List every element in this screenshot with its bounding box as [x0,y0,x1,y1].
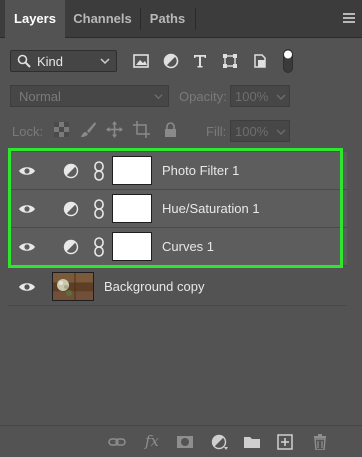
adjustment-layer-icon [63,201,79,217]
type-filter-icon[interactable] [191,52,209,70]
panel-menu-icon[interactable] [343,13,355,23]
search-icon [17,54,31,68]
filter-kind-select[interactable]: Kind [10,50,117,72]
layers-list: Photo Filter 1 Hue/Saturation 1 Curves 1… [4,145,358,425]
layers-bottom-toolbar: fx [0,425,362,457]
layer-name[interactable]: Background copy [104,279,204,294]
new-group-folder-icon[interactable] [243,434,261,450]
blend-mode-label: Normal [19,89,61,104]
layer-row-photo-filter[interactable]: Photo Filter 1 [8,152,347,190]
tab-paths[interactable]: Paths [140,0,195,38]
visibility-eye-icon[interactable] [18,164,36,178]
opacity-field[interactable]: 100% [230,85,290,107]
photo-thumbnail-image [53,273,93,300]
layer-mask-thumbnail[interactable] [112,194,152,223]
lock-transparent-pixels-icon[interactable] [53,121,70,138]
layer-image-thumbnail[interactable] [52,272,94,301]
layer-mask-thumbnail[interactable] [112,156,152,185]
add-layer-style-icon[interactable]: fx [145,432,159,450]
lock-all-icon[interactable] [162,121,179,138]
layer-mask-thumbnail[interactable] [112,232,152,261]
visibility-eye-icon[interactable] [18,202,36,216]
lock-position-icon[interactable] [106,121,123,138]
chevron-down-icon [276,129,286,135]
tab-channels[interactable]: Channels [65,0,140,38]
shape-filter-icon[interactable] [221,52,239,70]
layer-name[interactable]: Curves 1 [162,239,214,254]
new-adjustment-layer-icon[interactable] [211,434,229,450]
fill-label: Fill: [206,124,227,139]
lock-artboard-icon[interactable] [133,121,150,138]
link-chain-icon[interactable] [93,161,105,181]
chevron-down-icon [276,94,286,100]
opacity-value: 100% [235,89,269,104]
tab-separator [195,8,196,30]
delete-layer-icon[interactable] [311,434,329,450]
chevron-down-icon [154,94,163,100]
lock-label: Lock: [12,124,44,139]
smart-object-filter-icon[interactable] [251,52,269,70]
visibility-eye-icon[interactable] [18,280,36,294]
fill-field[interactable]: 100% [230,120,290,142]
link-chain-icon[interactable] [93,199,105,219]
adjustment-filter-icon[interactable] [162,52,180,70]
image-filter-icon[interactable] [132,52,150,70]
layer-row-curves[interactable]: Curves 1 [8,228,347,266]
layer-row-hue-saturation[interactable]: Hue/Saturation 1 [8,190,347,228]
add-layer-mask-icon[interactable] [176,434,194,450]
chevron-down-icon [100,58,110,65]
blend-mode-select[interactable]: Normal [10,85,169,107]
link-layers-icon[interactable] [108,434,126,450]
layer-row-background-copy[interactable]: Background copy [8,268,347,306]
layer-name[interactable]: Hue/Saturation 1 [162,201,260,216]
adjustment-layer-icon [63,239,79,255]
adjustment-layer-icon [63,163,79,179]
link-chain-icon[interactable] [93,237,105,257]
fill-value: 100% [235,124,269,139]
tab-layers[interactable]: Layers [5,0,65,39]
opacity-label: Opacity: [179,89,227,104]
filter-kind-label: Kind [37,54,64,69]
filter-toggle-icon[interactable] [283,49,293,73]
lock-image-pixels-icon[interactable] [80,121,97,138]
visibility-eye-icon[interactable] [18,240,36,254]
layer-name[interactable]: Photo Filter 1 [162,163,239,178]
new-layer-icon[interactable] [276,434,294,450]
panel-tab-bar: Layers Channels Paths [0,0,362,39]
